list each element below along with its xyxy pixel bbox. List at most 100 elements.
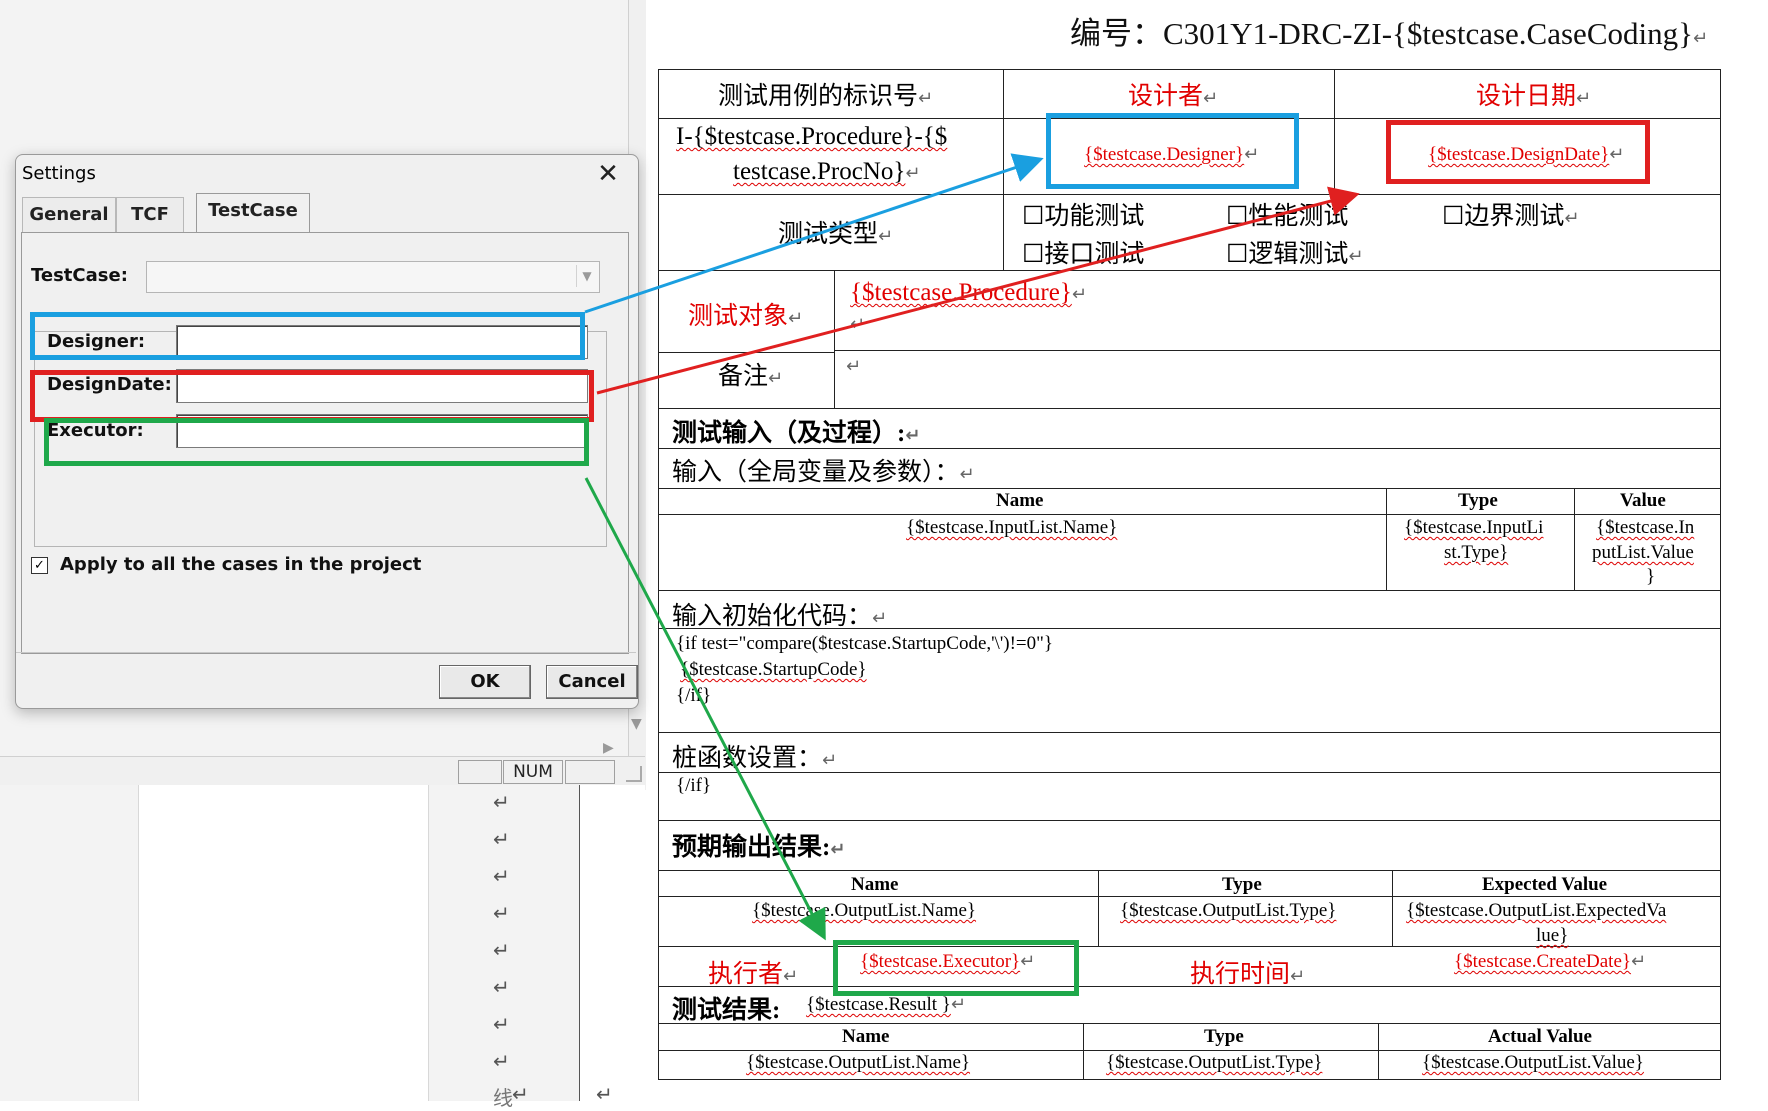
tab-testcase[interactable]: TestCase (196, 193, 310, 232)
test-object-label: 测试对象↵ (688, 303, 804, 330)
output-row-expected-2: lue} (1536, 925, 1569, 946)
create-date-placeholder: {$testcase.CreateDate}↵ (1454, 951, 1647, 972)
table-line (834, 270, 835, 408)
table-line (658, 408, 1720, 409)
return-mark-icon: ↵ (1692, 28, 1709, 49)
ok-button[interactable]: OK (439, 665, 531, 699)
designer-heading: 设计者↵ (1128, 83, 1219, 110)
apply-all-label: Apply to all the cases in the project (60, 554, 422, 575)
table-line (658, 488, 1720, 489)
test-type-logic[interactable]: ☐逻辑测试↵ (1226, 234, 1364, 270)
chevron-down-icon[interactable]: ▼ (576, 265, 597, 287)
id-value-line2: testcase.ProcNo}↵ (733, 158, 921, 185)
dialog-divider (16, 652, 636, 653)
table-line (1098, 870, 1099, 946)
input-col-name: Name (996, 490, 1044, 511)
exec-time-heading: 执行时间↵ (1190, 961, 1306, 988)
result-row-type: {$testcase.OutputList.Type} (1106, 1052, 1323, 1073)
return-mark-icon: ↵ (493, 1049, 510, 1073)
table-line (1720, 69, 1721, 1080)
table-line (658, 1079, 1720, 1080)
test-type-interface[interactable]: ☐接口测试 (1022, 234, 1144, 270)
test-type-functional[interactable]: ☐功能测试 (1022, 196, 1144, 232)
init-code-heading: 输入初始化代码：↵ (672, 603, 888, 630)
input-heading: 输入（全局变量及参数）：↵ (672, 459, 975, 486)
table-line (1574, 488, 1575, 590)
testcase-select[interactable]: ▼ (146, 261, 600, 293)
testcase-label: TestCase: (31, 265, 128, 286)
input-col-type: Type (1458, 490, 1498, 511)
result-row-name: {$testcase.OutputList.Name} (746, 1052, 971, 1073)
input-row-value-2: putList.Value (1592, 542, 1694, 563)
return-mark-icon: ↵ (493, 975, 510, 999)
table-line (658, 69, 659, 1080)
doc-designer-highlight-box (1046, 113, 1299, 189)
table-line (1392, 870, 1393, 946)
table-line (1083, 1023, 1084, 1079)
doc-executor-highlight-box (833, 940, 1079, 996)
table-line (658, 896, 1720, 897)
table-line (1378, 1023, 1379, 1079)
return-mark-icon: ↵ (846, 356, 862, 377)
test-type-performance[interactable]: ☐性能测试 (1226, 196, 1348, 232)
resize-grip-icon[interactable] (626, 766, 642, 782)
return-mark-icon: ↵ (512, 1082, 529, 1106)
table-line (658, 69, 1720, 70)
designdate-highlight-box (30, 370, 594, 422)
test-object-value: {$testcase.Procedure}↵ (850, 279, 1087, 306)
test-input-heading: 测试输入（及过程）:↵ (672, 420, 921, 447)
scroll-right-arrow-icon[interactable]: ▶ (603, 740, 614, 756)
output-row-expected-1: {$testcase.OutputList.ExpectedVa (1406, 900, 1667, 921)
input-row-value-1: {$testcase.In (1596, 517, 1695, 538)
cancel-button[interactable]: Cancel (546, 665, 638, 699)
stub-line: {/if} (676, 775, 712, 796)
init-code-line-3: {/if} (676, 685, 712, 706)
output-col-type: Type (1222, 874, 1262, 895)
bottom-text: 线 (493, 1088, 513, 1110)
output-col-name: Name (851, 874, 899, 895)
return-mark-icon: ↵ (493, 827, 510, 851)
executor-heading: 执行者↵ (708, 961, 799, 988)
id-value-line1: I-{$testcase.Procedure}-{$ (676, 123, 948, 150)
apply-all-checkbox[interactable]: ✓ (31, 557, 48, 574)
table-line (1003, 69, 1004, 270)
result-heading: 测试结果: (672, 997, 781, 1024)
table-line (658, 732, 1720, 733)
status-cell-blank (565, 760, 615, 784)
dialog-title: Settings (22, 163, 96, 184)
output-col-expected: Expected Value (1482, 874, 1608, 895)
result-col-name: Name (842, 1026, 890, 1047)
status-cell-blank (458, 760, 502, 784)
input-row-type-1: {$testcase.InputLi (1404, 517, 1544, 538)
tab-tcf[interactable]: TCF (116, 197, 184, 232)
table-line (658, 870, 1720, 871)
return-mark-icon: ↵ (493, 790, 510, 814)
document-title-text: 编号：C301Y1-DRC-ZI-{$testcase.CaseCoding} (1070, 16, 1693, 51)
document-title: 编号：C301Y1-DRC-ZI-{$testcase.CaseCoding}↵ (1070, 8, 1708, 53)
input-col-value: Value (1620, 490, 1666, 511)
id-label: 测试用例的标识号↵ (718, 83, 934, 110)
return-mark-icon: ↵ (493, 864, 510, 888)
table-line (658, 820, 1720, 821)
doc-designdate-highlight-box (1386, 120, 1650, 184)
close-icon[interactable]: ✕ (590, 157, 626, 191)
table-line (658, 270, 1720, 271)
table-line (658, 590, 1720, 591)
return-mark-icon: ↵ (493, 938, 510, 962)
result-row-actual: {$testcase.OutputList.Value} (1422, 1052, 1644, 1073)
designer-highlight-box (30, 312, 585, 360)
table-line (658, 194, 1720, 195)
designdate-heading: 设计日期↵ (1476, 83, 1592, 110)
table-line (658, 1023, 1720, 1024)
tab-general[interactable]: General (22, 197, 116, 232)
test-type-label: 测试类型↵ (778, 221, 894, 248)
return-mark-icon: ↵ (596, 1082, 613, 1106)
test-type-boundary[interactable]: ☐边界测试↵ (1442, 196, 1580, 232)
document-margin-left (0, 785, 139, 1101)
return-mark-icon: ↵ (493, 901, 510, 925)
output-row-type: {$testcase.OutputList.Type} (1120, 900, 1337, 921)
table-line (1334, 69, 1335, 194)
remarks-label: 备注↵ (718, 363, 784, 390)
scroll-down-arrow-icon[interactable]: ▼ (631, 716, 642, 732)
executor-highlight-box (44, 418, 589, 466)
